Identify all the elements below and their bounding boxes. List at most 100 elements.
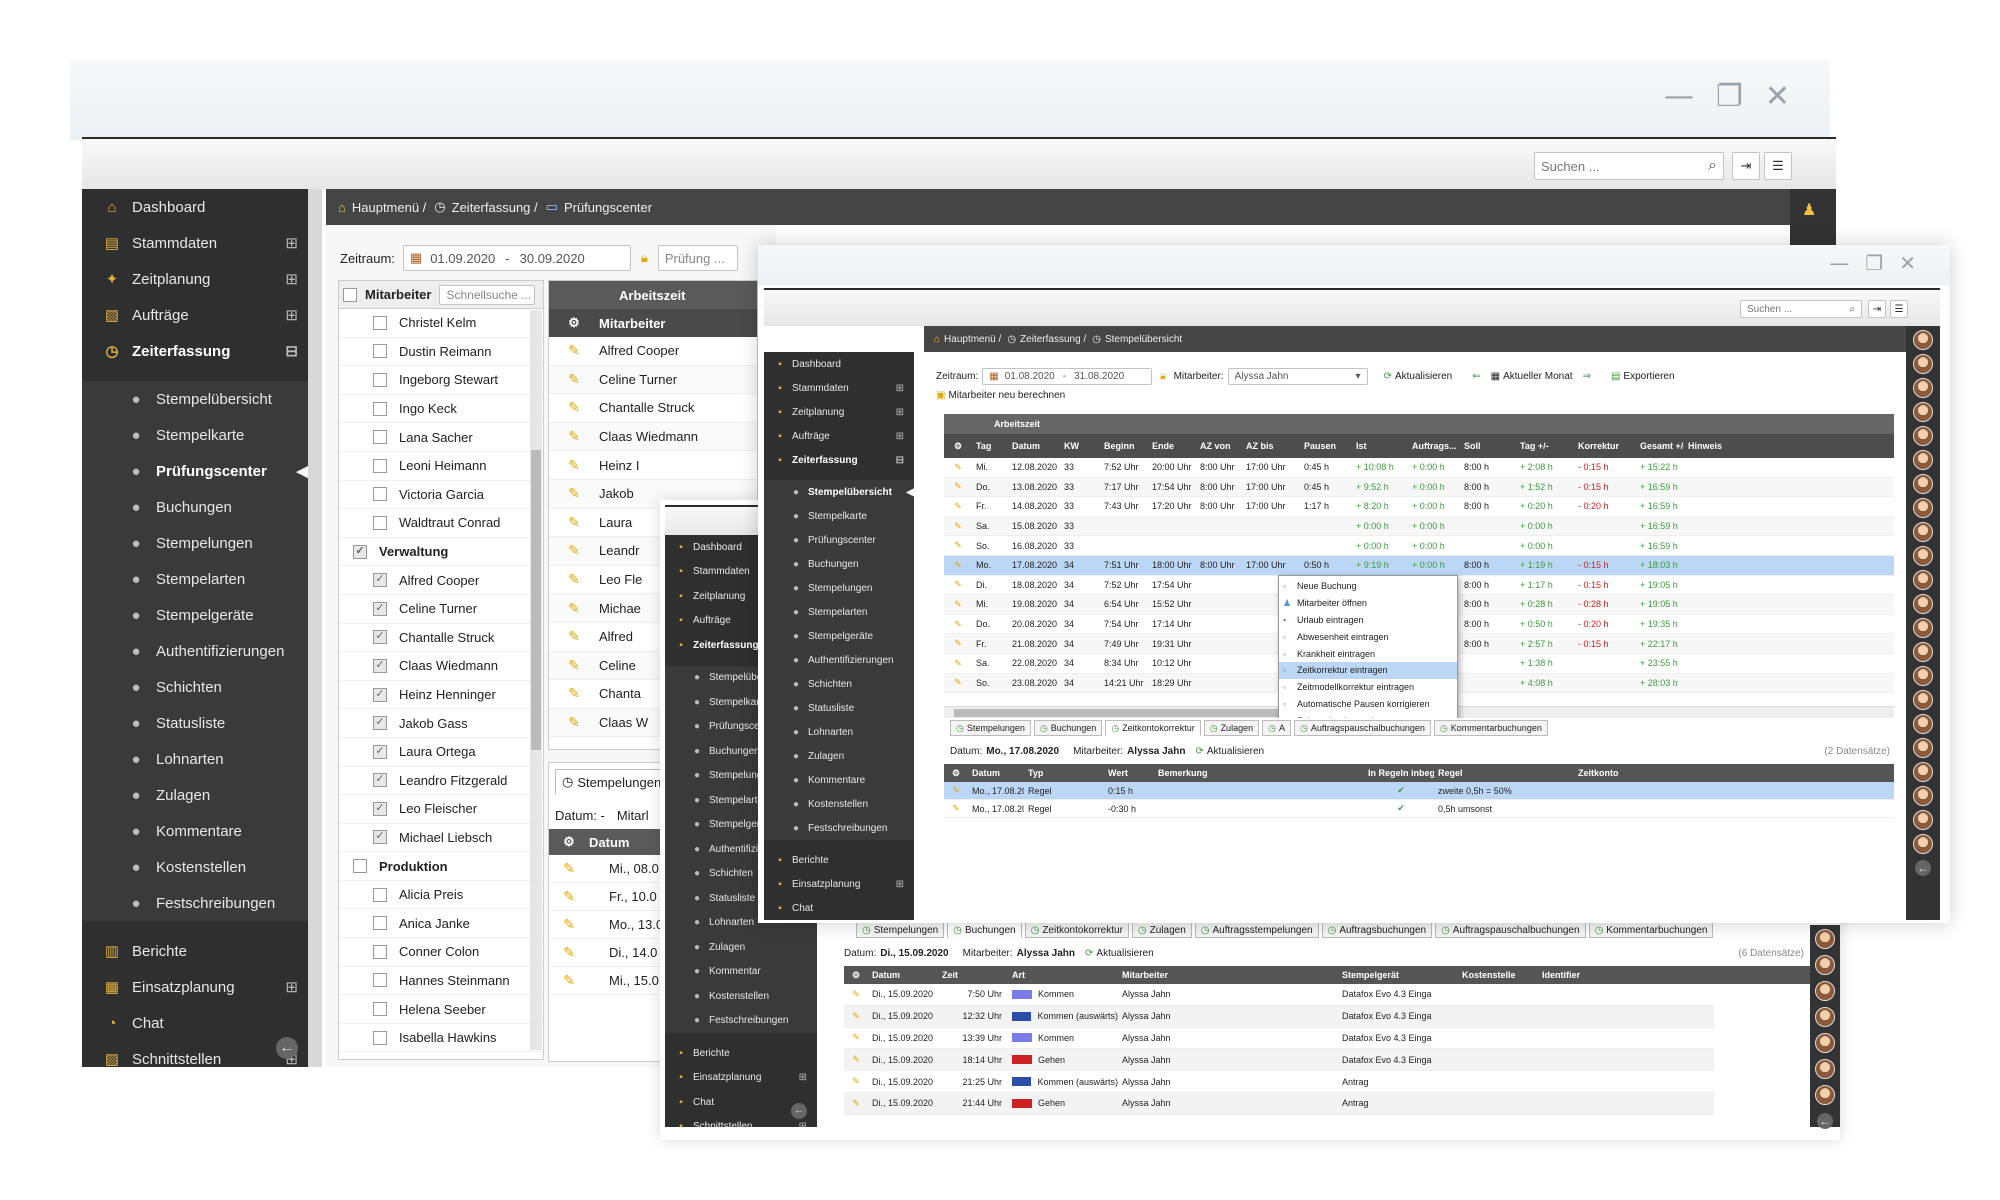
list-item[interactable]: Hannes Steinmann <box>339 967 543 996</box>
edit-icon[interactable]: ✎ <box>549 972 589 989</box>
edit-icon[interactable]: ✎ <box>944 619 972 630</box>
employee-checkbox[interactable] <box>373 916 387 931</box>
w3-aktualisieren-button[interactable]: Aktualisieren <box>1096 948 1153 959</box>
sidebar-item-auftraege[interactable]: ▪ Aufträge ⊞ <box>764 424 914 448</box>
edit-icon[interactable]: ✎ <box>549 944 589 961</box>
w2-search-input[interactable] <box>1747 303 1850 315</box>
w2-logout-button[interactable]: ⇥ <box>1868 300 1886 318</box>
sidebar-item-dashboard[interactable]: ▪ Dashboard <box>764 352 914 376</box>
sidebar-item-auftraege[interactable]: ▧ Aufträge ⊞ <box>82 297 308 333</box>
edit-icon[interactable]: ✎ <box>549 514 599 531</box>
sidebar-item-stempelarten[interactable]: ● Stempelarten <box>82 561 308 597</box>
column-header[interactable]: Datum <box>868 970 938 980</box>
list-item[interactable]: Helena Seeber <box>339 995 543 1024</box>
w2-employee-select[interactable]: Alyssa Jahn ▾ <box>1227 367 1368 385</box>
arrow-left-icon[interactable]: ⇐ <box>1472 371 1480 382</box>
pruefung-select[interactable]: Prüfung ... <box>657 245 738 271</box>
list-item[interactable]: Lana Sacher <box>339 423 543 452</box>
edit-icon[interactable]: ✎ <box>844 1076 868 1087</box>
list-item[interactable]: ✓ Alfred Cooper <box>339 566 543 595</box>
employee-checkbox[interactable] <box>373 1030 387 1045</box>
sidebar-item-stempeluebersicht[interactable]: ● Stempelübersicht ◀ <box>764 480 914 504</box>
avatar[interactable] <box>1913 762 1933 782</box>
detail-column-header[interactable]: Typ <box>1024 768 1104 778</box>
detail-column-header[interactable]: Zeitkonto <box>1574 768 1774 778</box>
sidebar-item-berichte[interactable]: ▪ Berichte <box>665 1041 817 1066</box>
edit-icon[interactable]: ✎ <box>944 560 972 571</box>
menu-button[interactable]: ☰ <box>1764 152 1792 180</box>
table-row[interactable]: ✎ Mo., 17.08.2020 Regel 0:15 h ✔ zweite 0,5h … <box>944 782 1894 800</box>
edit-icon[interactable]: ✎ <box>549 685 599 702</box>
w2-menu-button[interactable]: ☰ <box>1890 300 1908 318</box>
arrow-right-icon[interactable]: ⇒ <box>1583 371 1591 382</box>
search-icon[interactable]: ⌕ <box>1708 157 1717 175</box>
gear-icon[interactable]: ⚙ <box>549 834 589 850</box>
employee-checkbox[interactable]: ✓ <box>373 687 387 702</box>
employee-list-scrollbar[interactable] <box>530 310 542 1050</box>
list-item[interactable]: ✓ Leandro Fitzgerald <box>339 767 543 796</box>
table-row[interactable]: ✎ Mo., 17.08.2020 Regel -0:30 h ✔ 0,5h umsons… <box>944 800 1894 818</box>
sidebar-item-einsatzplanung[interactable]: ▪ Einsatzplanung ⊞ <box>665 1066 817 1091</box>
detail-column-header[interactable]: Regel <box>1434 768 1574 778</box>
expand-icon[interactable]: ⊟ <box>896 455 904 466</box>
tab-buchungen[interactable]: ◷ Buchungen <box>1033 720 1103 736</box>
list-item[interactable]: Isabella Hawkins <box>339 1024 543 1053</box>
employee-checkbox[interactable] <box>373 315 387 330</box>
edit-icon[interactable]: ✎ <box>549 657 599 674</box>
table-row[interactable]: ✎ Do. 13.08.2020 33 7:17 Uhr 17:54 Uhr 8:00 Uh… <box>944 477 1894 498</box>
list-item[interactable]: Waldtraut Conrad <box>339 509 543 538</box>
sidebar-item-pruefungscenter[interactable]: ● Prüfungscenter ◀ <box>82 453 308 489</box>
edit-icon[interactable]: ✎ <box>549 542 599 559</box>
avatar[interactable]: ♟ <box>1802 200 1824 222</box>
schnellsuche-input[interactable]: Schnellsuche ... <box>439 284 536 305</box>
table-row[interactable]: ✎ Mi., 15.0 <box>549 967 667 995</box>
table-row[interactable]: ✎ Mo., 13.0 <box>549 911 667 939</box>
list-item[interactable]: Victoria Garcia <box>339 481 543 510</box>
calendar-icon[interactable]: ▦ <box>410 250 422 266</box>
employee-checkbox[interactable]: ✓ <box>373 601 387 616</box>
restore-icon[interactable]: ❐ <box>1716 82 1743 112</box>
context-menu-item-krankheit-eintragen[interactable]: ▫ Krankheit eintragen <box>1279 645 1457 662</box>
column-header[interactable]: AZ bis <box>1242 441 1300 451</box>
minimize-icon[interactable]: — <box>1664 82 1694 112</box>
column-header[interactable]: Soll <box>1460 441 1516 451</box>
employee-checkbox[interactable] <box>373 973 387 988</box>
avatar[interactable] <box>1815 1059 1835 1079</box>
w2-neu-berechnen-button[interactable]: Mitarbeiter neu berechnen <box>948 390 1065 401</box>
sidebar-item-lohnarten[interactable]: ● Lohnarten <box>82 741 308 777</box>
avatar[interactable] <box>1913 714 1933 734</box>
edit-icon[interactable]: ✎ <box>944 638 972 649</box>
context-menu-item-abwesenheit-eintragen[interactable]: ▫ Abwesenheit eintragen <box>1279 628 1457 645</box>
edit-icon[interactable]: ✎ <box>844 1011 868 1022</box>
column-header[interactable]: Tag <box>972 441 1008 451</box>
avatar[interactable] <box>1913 474 1933 494</box>
list-item[interactable]: ✓ Claas Wiedmann <box>339 652 543 681</box>
gear-icon[interactable]: ⚙ <box>944 441 972 452</box>
list-item[interactable]: Alicia Preis <box>339 881 543 910</box>
sidebar-item-schichten[interactable]: ● Schichten <box>764 672 914 696</box>
column-header[interactable]: Art <box>1008 970 1118 980</box>
column-header[interactable]: Stempelgerät <box>1338 970 1458 980</box>
date-range-field[interactable]: ▦ 01.09.2020 - 30.09.2020 <box>402 245 631 271</box>
context-menu-item-zeitmodellkorrektur-eintragen[interactable]: ▫ Zeitmodellkorrektur eintragen <box>1279 679 1457 696</box>
collapse-sidebar-button[interactable]: ← <box>276 1037 298 1059</box>
context-menu-item-urlaub-eintragen[interactable]: ▪ Urlaub eintragen <box>1279 612 1457 629</box>
edit-icon[interactable]: ✎ <box>944 599 972 610</box>
table-row[interactable]: ✎ Alfred Cooper <box>549 337 757 366</box>
avatar[interactable] <box>1913 330 1933 350</box>
table-row[interactable]: ✎ Di., 15.09.2020 7:50 Uhr Kommen Alyssa Jah… <box>844 984 1714 1006</box>
edit-icon[interactable]: ✎ <box>944 785 968 796</box>
sidebar-item-buchungen[interactable]: ● Buchungen <box>82 489 308 525</box>
detail-column-header[interactable]: Datum <box>968 768 1024 778</box>
expand-icon[interactable]: ⊞ <box>285 306 298 324</box>
table-row[interactable]: ✎ Mo. 17.08.2020 34 7:51 Uhr 18:00 Uhr 8:00 Uh… <box>944 555 1894 576</box>
table-row[interactable]: ✎ Mi. 12.08.2020 33 7:52 Uhr 20:00 Uhr 8:00 Uh… <box>944 458 1894 478</box>
tab-zeitkontokorrektur[interactable]: ◷ Zeitkontokorrektur <box>1024 922 1129 938</box>
tab-buchungen[interactable]: ◷ Buchungen <box>947 922 1022 938</box>
column-header[interactable]: Korrektur <box>1574 441 1636 451</box>
tab-auftragsstempelungen[interactable]: ◷ Auftragsstempelungen <box>1194 922 1319 938</box>
sidebar-item-pruefungscenter[interactable]: ● Prüfungscenter <box>764 528 914 552</box>
avatar[interactable] <box>1913 450 1933 470</box>
edit-icon[interactable]: ✎ <box>549 860 589 877</box>
edit-icon[interactable]: ✎ <box>844 1098 868 1109</box>
